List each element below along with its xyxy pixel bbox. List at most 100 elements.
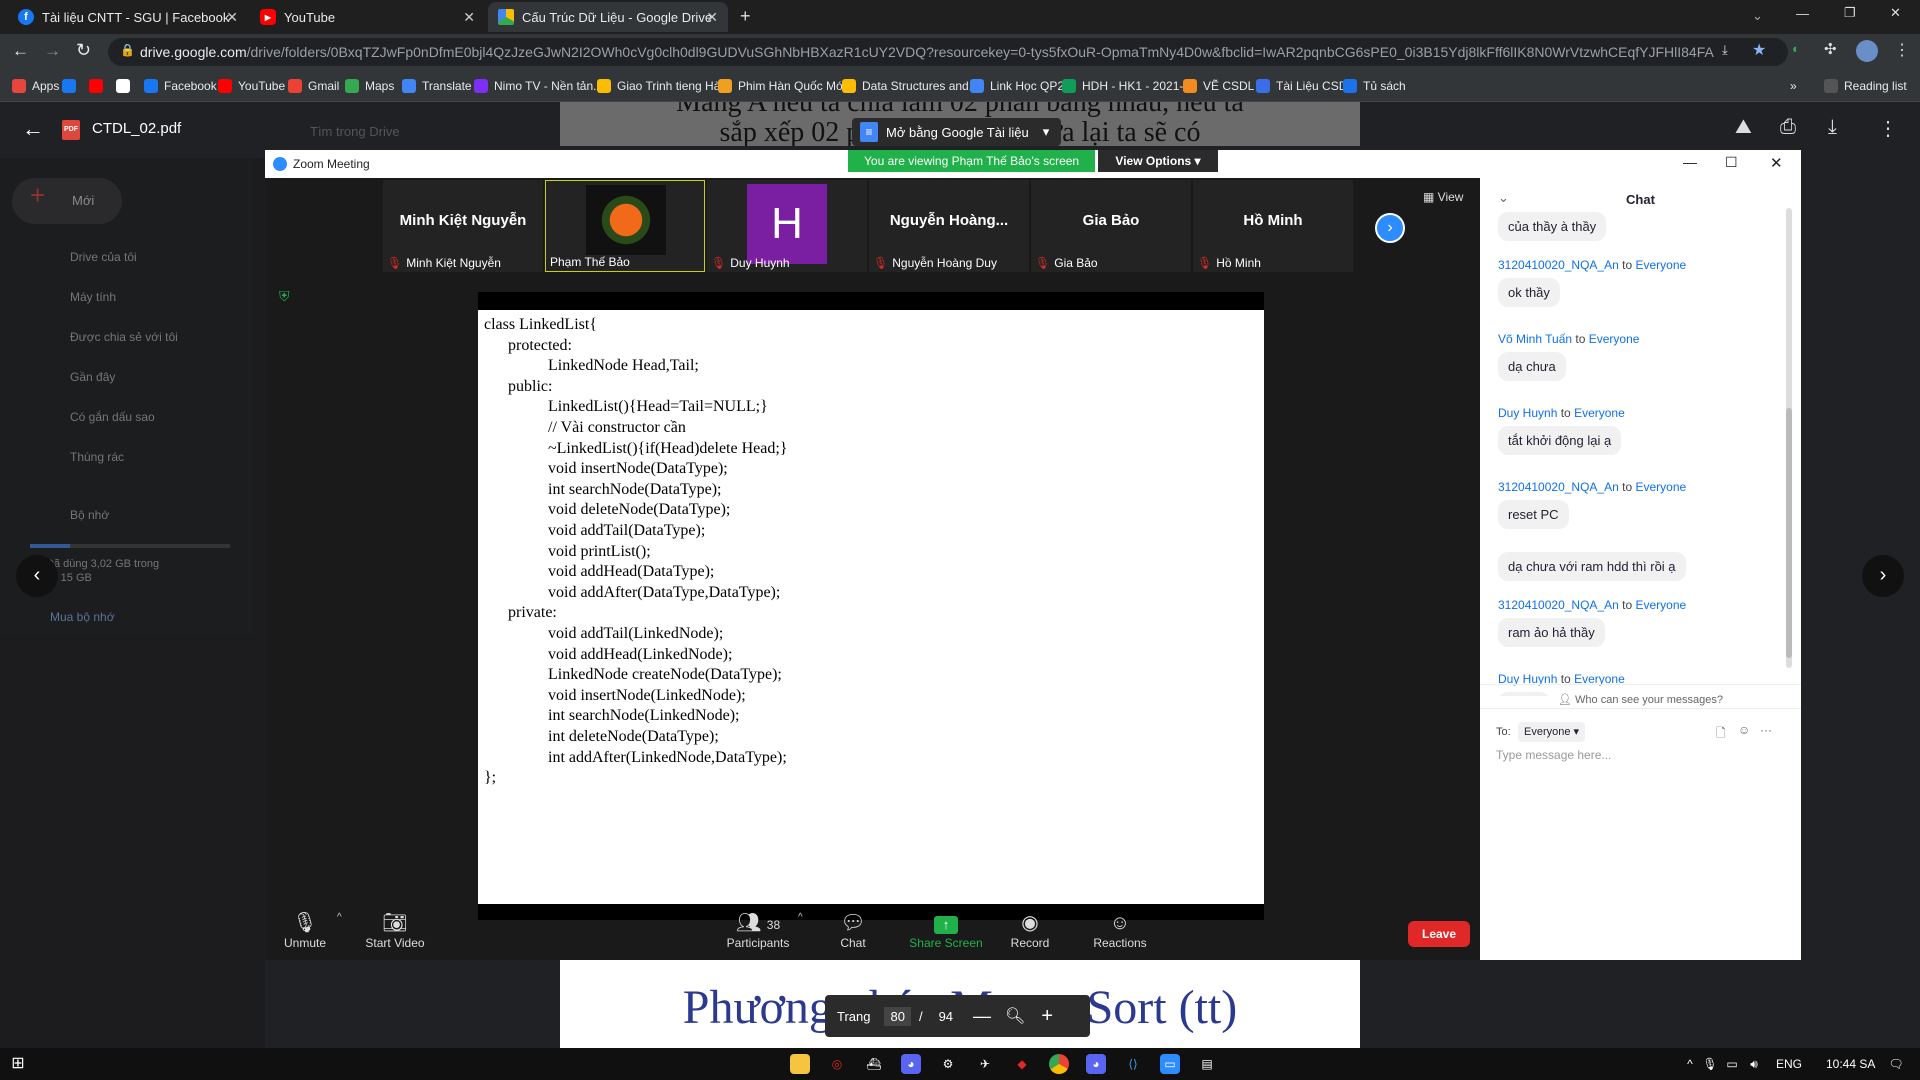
app-icon[interactable]: ◆	[1012, 1054, 1032, 1074]
close-window-icon[interactable]: ✕	[1890, 5, 1901, 21]
zoom-icon[interactable]: ▭	[1160, 1054, 1180, 1074]
tray-chevron-icon[interactable]: ^	[1680, 1054, 1700, 1074]
zoom-in-icon[interactable]: +	[1041, 1005, 1053, 1028]
volume-icon[interactable]: 🔊︎	[1744, 1054, 1764, 1074]
sidebar-item-my-drive[interactable]: Drive của tôi	[70, 250, 137, 264]
bookmark-item[interactable]: Maps	[345, 76, 394, 96]
message-input[interactable]: Type message here...	[1496, 748, 1786, 772]
print-icon[interactable]: ⎙	[1780, 116, 1796, 139]
bookmark-item[interactable]: Translate	[402, 76, 472, 96]
file-icon[interactable]: 🗋	[1716, 724, 1726, 745]
bookmark-item[interactable]: VẼ CSDL	[1183, 76, 1254, 96]
bookmarks-overflow-button[interactable]: »	[1790, 76, 1797, 96]
maximize-icon[interactable]: ❐	[1844, 5, 1856, 21]
file-explorer-icon[interactable]	[790, 1054, 810, 1074]
next-participants-button[interactable]: ›	[1375, 213, 1405, 243]
bookmark-item[interactable]	[62, 76, 82, 96]
chat-scrollbar[interactable]	[1786, 208, 1792, 668]
buy-storage-link[interactable]: Mua bộ nhớ	[50, 610, 115, 624]
record-button[interactable]: ◉ Record	[990, 910, 1070, 950]
gallery-view-button[interactable]: ▦ View	[1423, 190, 1463, 204]
notifications-icon[interactable]: 🗨︎	[1886, 1054, 1906, 1074]
previous-file-button[interactable]: ‹	[16, 555, 58, 597]
address-bar[interactable]: 🔒 drive.google.com/drive/folders/0BxqTZJ…	[108, 38, 1788, 66]
maximize-icon[interactable]: ☐	[1725, 154, 1738, 171]
network-icon[interactable]: ▭	[1722, 1054, 1742, 1074]
app-icon[interactable]: ▤	[1197, 1054, 1217, 1074]
new-button[interactable]: Mới	[12, 178, 122, 224]
close-icon[interactable]: ✕	[706, 9, 718, 26]
menu-kebab-icon[interactable]: ⋮	[1894, 40, 1910, 60]
sidebar-item-computers[interactable]: Máy tính	[70, 290, 116, 304]
next-file-button[interactable]: ›	[1862, 555, 1904, 597]
bookmark-item[interactable]: Apps	[12, 76, 59, 96]
app-icon[interactable]: ◎	[827, 1054, 847, 1074]
share-screen-button[interactable]: ↑ Share Screen	[901, 910, 991, 950]
audio-options-chevron-icon[interactable]: ^	[337, 912, 342, 923]
bookmark-item[interactable]: Giao Trinh tieng Hàn	[597, 76, 727, 96]
close-icon[interactable]: ✕	[226, 9, 238, 26]
close-icon[interactable]: ✕	[463, 9, 475, 26]
bookmark-item[interactable]	[116, 76, 136, 96]
minimize-icon[interactable]: —	[1796, 6, 1809, 21]
open-with-docs-button[interactable]: ≡ Mở bằng Google Tài liệu ▾	[852, 118, 1062, 146]
participant-tile[interactable]: Hồ Minh 🎙︎ Hồ Minh	[1193, 180, 1353, 272]
new-tab-button[interactable]: +	[740, 6, 751, 27]
steam-icon[interactable]: ⚙	[938, 1054, 958, 1074]
close-icon[interactable]: ✕	[1770, 154, 1783, 172]
bookmark-item[interactable]: Tủ sách	[1343, 76, 1406, 96]
participant-tile[interactable]: Nguyễn Hoàng... 🎙︎ Nguyễn Hoàng Duy	[869, 180, 1029, 272]
chrome-icon[interactable]	[1049, 1054, 1069, 1074]
bookmark-item[interactable]: Tài Liệu CSDL	[1256, 76, 1354, 96]
microphone-icon[interactable]: 🎙︎	[1700, 1054, 1720, 1074]
discord-icon[interactable]: ◕	[901, 1054, 921, 1074]
app-icon[interactable]: ⛴	[864, 1054, 884, 1074]
participants-chevron-icon[interactable]: ^	[798, 912, 803, 923]
browser-tab-facebook[interactable]: f Tài liệu CNTT - SGU | Facebook ✕	[8, 2, 248, 32]
download-icon[interactable]: ⤓	[1828, 116, 1837, 139]
recipient-dropdown[interactable]: Everyone ▾	[1518, 722, 1586, 742]
bookmark-item[interactable]	[89, 76, 109, 96]
browser-tab-drive[interactable]: Cấu Trúc Dữ Liệu - Google Drive ✕	[488, 2, 728, 32]
reactions-button[interactable]: ☺ Reactions	[1080, 910, 1160, 950]
reload-icon[interactable]: ↻	[76, 40, 91, 61]
bookmark-item[interactable]: HDH - HK1 - 2021-...	[1062, 76, 1193, 96]
language-indicator[interactable]: ENG	[1776, 1057, 1802, 1071]
tab-search-chevron-icon[interactable]: ⌄	[1752, 8, 1763, 24]
bookmark-item[interactable]: Nimo TV - Nền tản...	[474, 76, 603, 96]
reading-list-button[interactable]: Reading list	[1824, 76, 1907, 96]
app-icon[interactable]: ✈	[975, 1054, 995, 1074]
extension-icon[interactable]: ◐	[1792, 41, 1800, 56]
chat-button[interactable]: 💬︎ Chat	[813, 910, 893, 950]
star-icon[interactable]: ★	[1752, 40, 1766, 60]
install-app-icon[interactable]: ⤓	[1722, 42, 1728, 58]
sidebar-item-recent[interactable]: Gần đây	[70, 370, 115, 384]
unmute-button[interactable]: 🎙︎ Unmute	[265, 910, 345, 950]
participants-button[interactable]: 👥︎ 38 Participants	[708, 910, 808, 950]
participant-tile[interactable]: Gia Bảo 🎙︎ Gia Bảo	[1031, 180, 1191, 272]
bookmark-item[interactable]: Link Học QP2	[970, 76, 1064, 96]
participant-tile[interactable]: Minh Kiệt Nguyễn 🎙︎ Minh Kiệt Nguyễn	[383, 180, 543, 272]
browser-tab-youtube[interactable]: ▶ YouTube ✕	[250, 2, 485, 32]
vscode-icon[interactable]: ⟨⟩	[1123, 1054, 1143, 1074]
forward-icon[interactable]: →	[44, 41, 61, 61]
start-video-button[interactable]: 📷︎ Start Video	[355, 910, 435, 950]
page-current-input[interactable]: 80	[884, 1006, 911, 1026]
profile-avatar[interactable]	[1856, 40, 1878, 62]
zoom-out-icon[interactable]: —	[973, 1006, 991, 1027]
bookmark-item[interactable]: Facebook	[144, 76, 217, 96]
participant-tile[interactable]: Phạm Thế Bảo	[545, 180, 705, 272]
messenger-icon[interactable]: ◕	[1086, 1054, 1106, 1074]
clock[interactable]: 10:44 SA	[1826, 1057, 1875, 1071]
bookmark-item[interactable]: Gmail	[288, 76, 339, 96]
more-icon[interactable]: ···	[1760, 723, 1772, 737]
sidebar-item-shared[interactable]: Được chia sẻ với tôi	[70, 330, 178, 344]
chat-scrollbar-thumb[interactable]	[1786, 408, 1792, 658]
who-can-see-link[interactable]: 👤︎ Who can see your messages?	[1480, 684, 1801, 706]
view-options-button[interactable]: View Options ▾	[1098, 150, 1218, 172]
bookmark-item[interactable]: Phim Hàn Quốc Mớ...	[718, 76, 854, 96]
puzzle-icon[interactable]: ✣	[1824, 40, 1837, 58]
emoji-icon[interactable]: ☺	[1738, 723, 1750, 737]
back-arrow-icon[interactable]: ←	[22, 116, 44, 142]
sidebar-item-trash[interactable]: Thùng rác	[70, 450, 124, 464]
